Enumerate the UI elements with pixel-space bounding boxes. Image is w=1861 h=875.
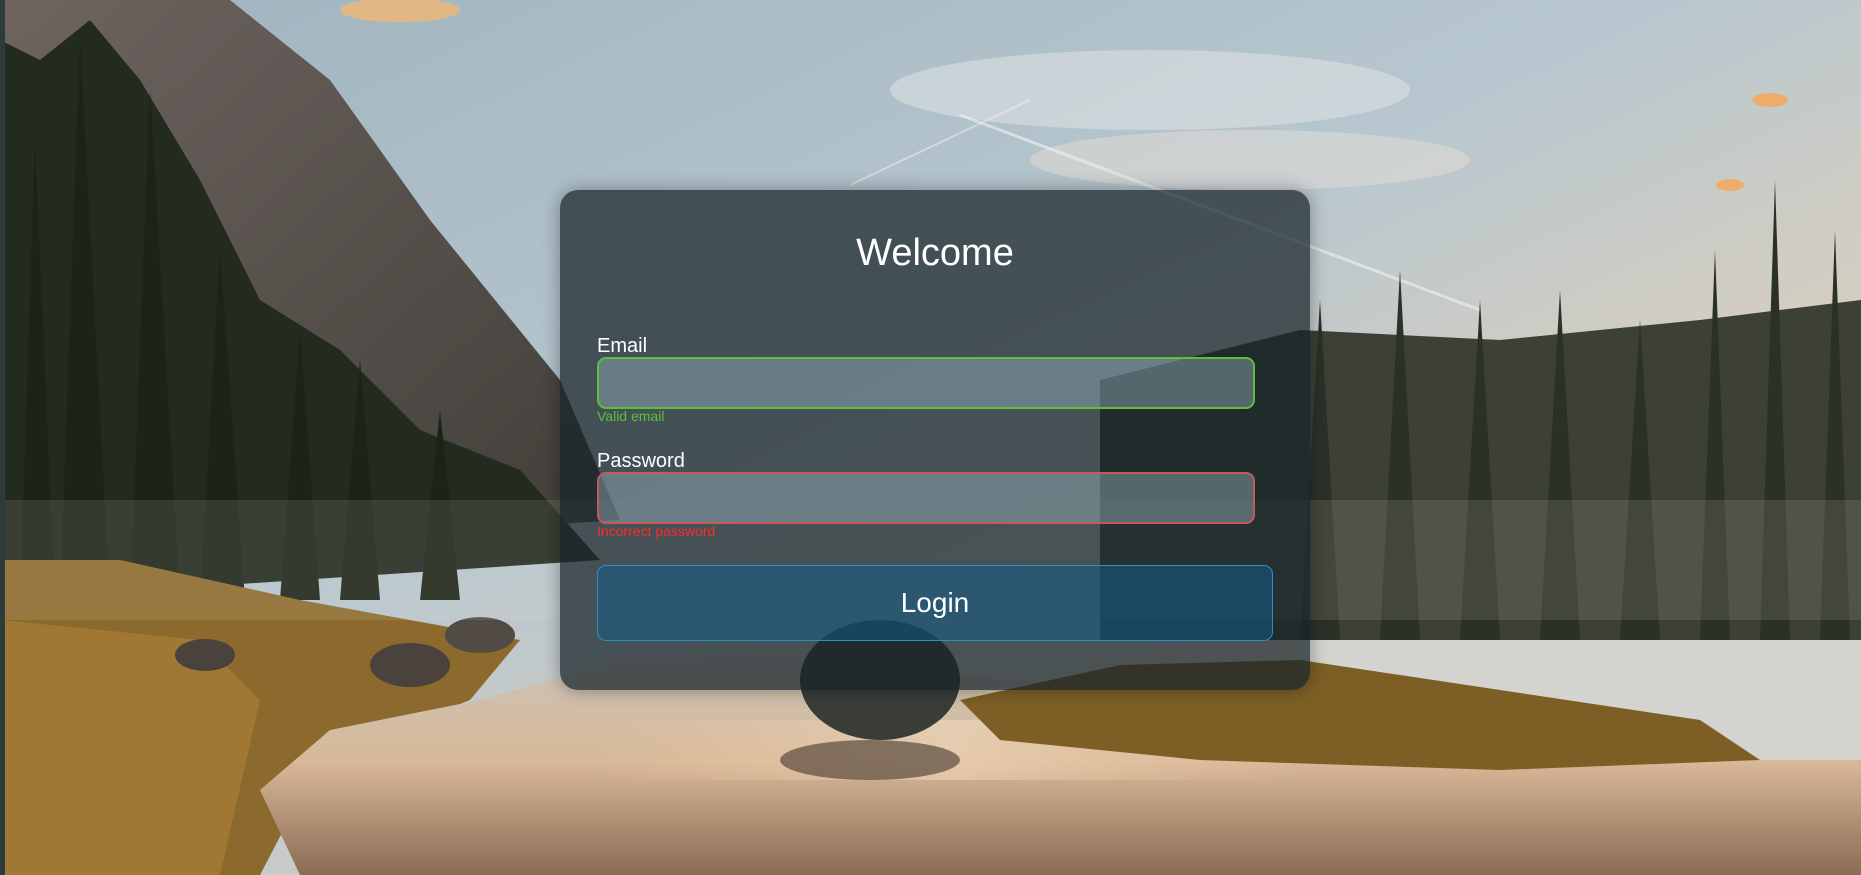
window-edge	[0, 0, 5, 875]
login-card: Welcome Email Valid email Password Incor…	[560, 190, 1310, 690]
password-label: Password	[597, 450, 685, 472]
password-error-message: Incorrect password	[597, 523, 716, 539]
email-label: Email	[597, 335, 648, 357]
welcome-heading: Welcome	[856, 232, 1014, 274]
email-valid-message: Valid email	[597, 408, 665, 424]
password-field[interactable]	[597, 472, 1255, 524]
login-button[interactable]: Login	[597, 565, 1273, 641]
login-screen: Welcome Email Valid email Password Incor…	[0, 0, 1861, 875]
email-field[interactable]	[597, 357, 1255, 409]
